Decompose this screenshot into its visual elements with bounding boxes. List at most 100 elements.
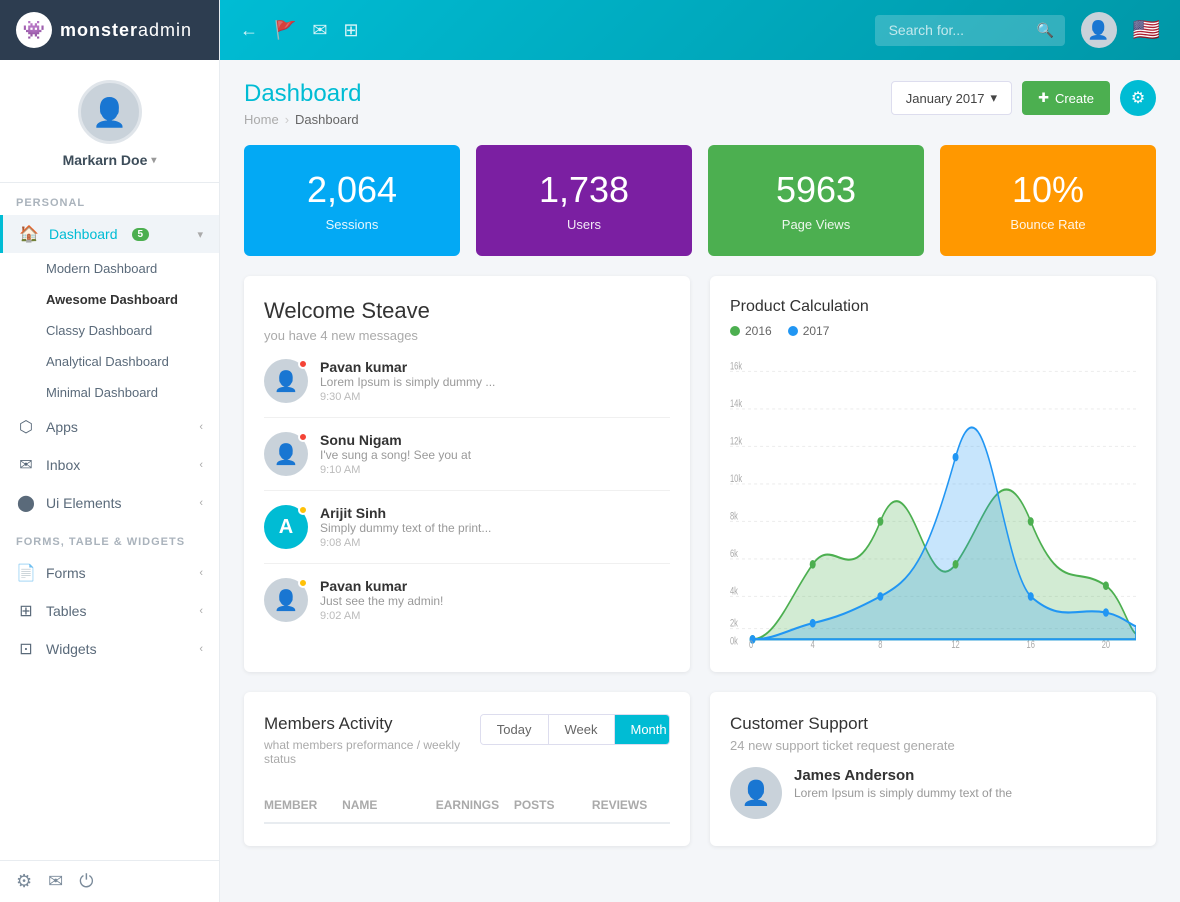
flag-icon[interactable]: 🚩 <box>274 20 296 41</box>
sidebar-item-dashboard[interactable]: 🏠 Dashboard 5 ▾ <box>0 215 219 253</box>
sidebar-item-label: Forms <box>46 565 86 581</box>
customer-support-card: Customer Support 24 new support ticket r… <box>710 692 1156 846</box>
search-box[interactable]: 🔍 <box>875 15 1065 46</box>
sidebar-item-analytical[interactable]: Analytical Dashboard <box>0 346 219 377</box>
sidebar-item-ui[interactable]: ⬤ Ui Elements ‹ <box>0 484 219 522</box>
chevron-icon: ‹ <box>199 605 203 617</box>
user-avatar[interactable]: 👤 <box>1081 12 1117 48</box>
members-activity-header: Members Activity what members preformanc… <box>264 714 480 782</box>
message-text: I've sung a song! See you at <box>320 448 471 462</box>
stat-label: Sessions <box>264 217 440 232</box>
date-picker-button[interactable]: January 2017 ▾ <box>891 81 1012 115</box>
sidebar-item-awesome[interactable]: Awesome Dashboard <box>0 284 219 315</box>
welcome-title: Welcome Steave <box>264 298 670 324</box>
sidebar-item-label: Inbox <box>46 457 80 473</box>
cs-info: James Anderson Lorem Ipsum is simply dum… <box>794 767 1012 800</box>
message-content: Sonu Nigam I've sung a song! See you at … <box>320 432 471 476</box>
status-dot <box>298 505 308 515</box>
settings-icon[interactable]: ⚙ <box>16 871 32 892</box>
date-label: January 2017 <box>906 91 985 106</box>
sidebar-item-apps[interactable]: ⬡ Apps ‹ <box>0 408 219 446</box>
mail-icon[interactable]: ✉ <box>312 20 327 41</box>
members-activity-card: Members Activity what members preformanc… <box>244 692 690 846</box>
members-subtitle: what members preformance / weekly status <box>264 738 480 766</box>
svg-text:2k: 2k <box>730 617 738 629</box>
col-posts: Posts <box>514 798 592 812</box>
stat-value: 2,064 <box>264 169 440 211</box>
breadcrumb-current: Dashboard <box>295 112 359 127</box>
dash-title-section: Dashboard Home › Dashboard <box>244 80 361 127</box>
sidebar-item-label: Widgets <box>46 641 97 657</box>
chart-dot <box>1028 592 1034 601</box>
sidebar-profile: 👤 Markarn Doe ▾ <box>0 60 219 183</box>
bottom-section: Members Activity what members preformanc… <box>244 692 1156 846</box>
svg-text:0: 0 <box>749 639 753 650</box>
sidebar-item-widgets[interactable]: ⊡ Widgets ‹ <box>0 630 219 668</box>
message-time: 9:08 AM <box>320 537 491 549</box>
stat-card-sessions: 2,064 Sessions <box>244 145 460 256</box>
message-content: Arijit Sinh Simply dummy text of the pri… <box>320 505 491 549</box>
search-input[interactable] <box>889 22 1029 38</box>
forms-section-label: FORMS, TABLE & WIDGETS <box>0 522 219 554</box>
cs-person-name: James Anderson <box>794 767 1012 784</box>
stat-value: 10% <box>960 169 1136 211</box>
message-text: Just see the my admin! <box>320 594 443 608</box>
tab-month[interactable]: Month <box>615 715 671 744</box>
breadcrumb-home[interactable]: Home <box>244 112 279 127</box>
sidebar-item-modern[interactable]: Modern Dashboard <box>0 253 219 284</box>
tab-week[interactable]: Week <box>549 715 615 744</box>
svg-text:12: 12 <box>951 639 959 650</box>
tables-icon: ⊞ <box>16 601 36 621</box>
power-icon[interactable]: ⏻ <box>79 871 93 892</box>
sidebar-item-label: Dashboard <box>49 226 118 242</box>
sidebar-item-forms[interactable]: 📄 Forms ‹ <box>0 554 219 592</box>
cs-person: 👤 James Anderson Lorem Ipsum is simply d… <box>730 767 1136 819</box>
sidebar-item-classy[interactable]: Classy Dashboard <box>0 315 219 346</box>
mail-icon[interactable]: ✉ <box>48 871 63 892</box>
cs-person-text: Lorem Ipsum is simply dummy text of the <box>794 786 1012 800</box>
stat-card-bounce: 10% Bounce Rate <box>940 145 1156 256</box>
avatar: 👤 <box>264 432 308 476</box>
legend-item-2017: 2017 <box>788 324 830 338</box>
tab-today[interactable]: Today <box>481 715 549 744</box>
top-navigation: ← 🚩 ✉ ⊞ 🔍 👤 🇺🇸 <box>220 0 1180 60</box>
sidebar-item-inbox[interactable]: ✉ Inbox ‹ <box>0 446 219 484</box>
settings-button[interactable]: ⚙ <box>1120 80 1156 116</box>
sidebar-item-minimal[interactable]: Minimal Dashboard <box>0 377 219 408</box>
stat-card-users: 1,738 Users <box>476 145 692 256</box>
welcome-card: Welcome Steave you have 4 new messages 👤… <box>244 276 690 672</box>
chevron-icon: ‹ <box>199 567 203 579</box>
chart-title: Product Calculation <box>730 298 1136 316</box>
chart-dot <box>1028 517 1034 526</box>
sidebar-item-label: Ui Elements <box>46 495 121 511</box>
chevron-icon: ▾ <box>197 228 203 241</box>
logo-text: monsteradmin <box>60 20 192 41</box>
apps-icon: ⬡ <box>16 417 36 437</box>
message-text: Lorem Ipsum is simply dummy ... <box>320 375 495 389</box>
back-icon[interactable]: ← <box>240 20 258 41</box>
flag-country-icon[interactable]: 🇺🇸 <box>1133 17 1160 43</box>
message-time: 9:02 AM <box>320 610 443 622</box>
dashboard-header: Dashboard Home › Dashboard January 2017 … <box>244 80 1156 127</box>
list-item: A Arijit Sinh Simply dummy text of the p… <box>264 505 670 564</box>
stat-value: 1,738 <box>496 169 672 211</box>
sidebar: 👾 monsteradmin 👤 Markarn Doe ▾ PERSONAL … <box>0 0 220 902</box>
status-dot <box>298 578 308 588</box>
chevron-icon: ‹ <box>199 459 203 471</box>
chevron-down-icon: ▾ <box>151 155 156 166</box>
ui-icon: ⬤ <box>16 493 36 513</box>
welcome-subtitle: you have 4 new messages <box>264 328 670 343</box>
message-time: 9:10 AM <box>320 464 471 476</box>
svg-text:6k: 6k <box>730 548 738 560</box>
chart-dot <box>1103 608 1109 617</box>
create-button[interactable]: ✚ Create <box>1022 81 1110 115</box>
chart-dot <box>953 560 959 569</box>
sidebar-item-label: Apps <box>46 419 78 435</box>
svg-text:10k: 10k <box>730 473 742 485</box>
svg-text:0k: 0k <box>730 635 738 647</box>
message-name: Arijit Sinh <box>320 505 491 521</box>
grid-icon[interactable]: ⊞ <box>344 20 359 41</box>
search-icon: 🔍 <box>1037 22 1054 39</box>
avatar: 👤 <box>78 80 142 144</box>
sidebar-item-tables[interactable]: ⊞ Tables ‹ <box>0 592 219 630</box>
